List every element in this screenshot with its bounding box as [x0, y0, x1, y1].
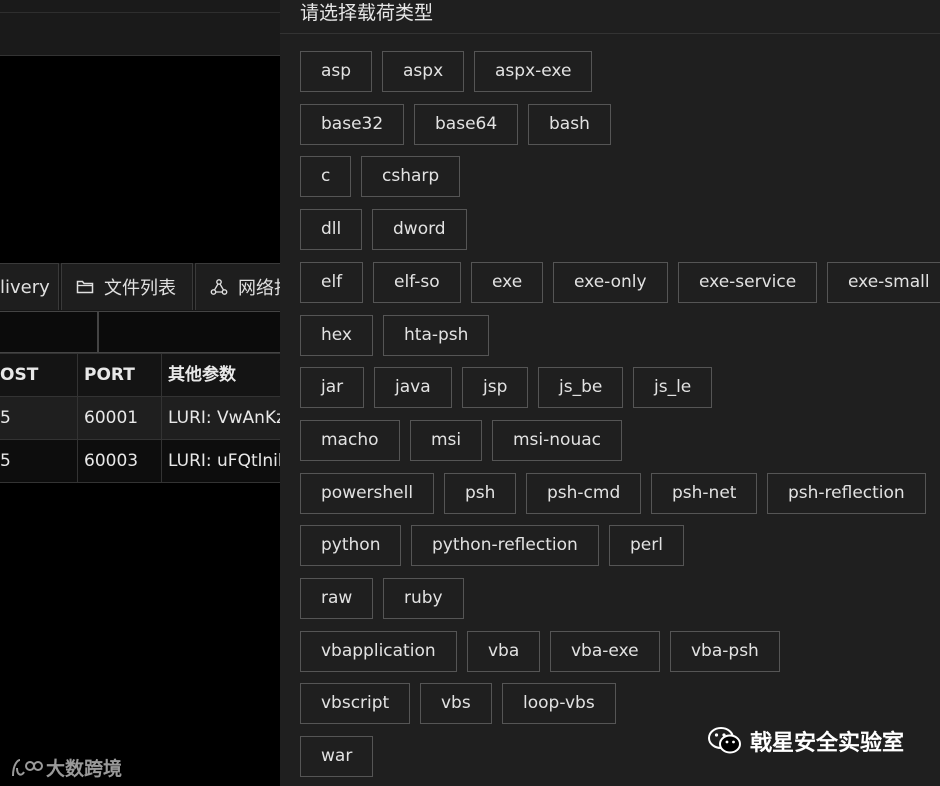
panel-title: 请选择载荷类型: [300, 2, 434, 24]
payload-option-exe-only[interactable]: exe-only: [553, 262, 668, 303]
payload-option-base64[interactable]: base64: [414, 104, 519, 145]
watermark-right: 戟星安全实验室: [706, 725, 904, 757]
payload-option-jsp[interactable]: jsp: [462, 367, 529, 408]
payload-option-csharp[interactable]: csharp: [361, 156, 461, 197]
payload-option-msi[interactable]: msi: [410, 420, 483, 461]
payload-option-js-le[interactable]: js_le: [633, 367, 713, 408]
payload-option-python[interactable]: python: [300, 525, 402, 566]
tab-file-list[interactable]: 文件列表: [61, 263, 193, 310]
folder-icon: [76, 278, 94, 296]
payload-option-elf-so[interactable]: elf-so: [373, 262, 461, 303]
payload-option-exe-service[interactable]: exe-service: [678, 262, 818, 303]
payload-option-asp[interactable]: asp: [300, 51, 373, 92]
toolbar: [0, 13, 280, 56]
payload-option-exe-small[interactable]: exe-small: [827, 262, 940, 303]
console-area: [0, 56, 280, 262]
payload-option-psh[interactable]: psh: [444, 473, 517, 514]
cell-port: 60003: [78, 440, 162, 482]
tab-bar: livery 文件列表 网络拓: [0, 263, 285, 312]
payload-option-vbscript[interactable]: vbscript: [300, 683, 411, 724]
tab-network-topology[interactable]: 网络拓: [195, 263, 285, 310]
payload-option-dword[interactable]: dword: [372, 209, 467, 250]
payload-option-python-reflection[interactable]: python-reflection: [411, 525, 599, 566]
filter-bar: [0, 311, 288, 354]
payload-option-perl[interactable]: perl: [609, 525, 684, 566]
divider: [280, 33, 940, 34]
watermark-left-text: 大数跨境: [46, 758, 123, 780]
payload-option-jar[interactable]: jar: [300, 367, 365, 408]
payload-option-vba-psh[interactable]: vba-psh: [670, 631, 780, 672]
payload-option-msi-nouac[interactable]: msi-nouac: [492, 420, 622, 461]
payload-option-vba-exe[interactable]: vba-exe: [550, 631, 660, 672]
filter-input[interactable]: [0, 311, 98, 353]
payload-option-exe[interactable]: exe: [471, 262, 544, 303]
payload-option-dll[interactable]: dll: [300, 209, 363, 250]
payload-option-elf[interactable]: elf: [300, 262, 364, 303]
payload-option-aspx-exe[interactable]: aspx-exe: [474, 51, 593, 92]
payload-option-c[interactable]: c: [300, 156, 352, 197]
tab-delivery[interactable]: livery: [0, 263, 59, 310]
top-bar: [0, 0, 280, 13]
payload-option-macho[interactable]: macho: [300, 420, 400, 461]
payload-option-aspx[interactable]: aspx: [382, 51, 465, 92]
cell-params: LURI: VwAnKz: [168, 408, 286, 428]
payload-option-psh-reflection[interactable]: psh-reflection: [767, 473, 926, 514]
tab-label: 文件列表: [104, 278, 176, 299]
payload-option-base32[interactable]: base32: [300, 104, 405, 145]
payload-option-psh-cmd[interactable]: psh-cmd: [526, 473, 642, 514]
tab-label: 网络拓: [238, 278, 284, 299]
payload-option-raw[interactable]: raw: [300, 578, 374, 619]
background-app: livery 文件列表 网络拓 OST PORT 其他参数 5 60001 LU…: [0, 0, 289, 786]
cell-host: 5: [0, 397, 78, 439]
table-header: OST PORT 其他参数: [0, 354, 280, 397]
payload-option-vba[interactable]: vba: [467, 631, 541, 672]
payload-type-panel: 请选择载荷类型 asp aspx aspx-exe base32 base64 bash c…: [280, 0, 940, 786]
payload-option-java[interactable]: java: [374, 367, 452, 408]
tab-label: livery: [0, 276, 50, 298]
table-row[interactable]: 5 60001 LURI: VwAnKz: [0, 397, 285, 440]
payload-option-vbs[interactable]: vbs: [420, 683, 492, 724]
payload-option-hta-psh[interactable]: hta-psh: [383, 315, 490, 356]
payload-option-hex[interactable]: hex: [300, 315, 373, 356]
table-row[interactable]: 5 60003 LURI: uFQtlnib: [0, 440, 289, 483]
payload-option-psh-net[interactable]: psh-net: [651, 473, 758, 514]
header-host: OST: [0, 354, 78, 396]
payload-option-ruby[interactable]: ruby: [383, 578, 464, 619]
logo-icon: [12, 758, 43, 776]
cell-host: 5: [0, 440, 78, 482]
wechat-icon: [708, 727, 741, 754]
header-port: PORT: [78, 354, 162, 396]
payload-option-bash[interactable]: bash: [528, 104, 611, 145]
watermark-right-text: 戟星安全实验室: [750, 731, 905, 756]
network-icon: [210, 278, 228, 296]
header-params: 其他参数: [168, 365, 236, 385]
payload-option-war[interactable]: war: [300, 736, 374, 777]
payload-option-js-be[interactable]: js_be: [538, 367, 624, 408]
payload-option-powershell[interactable]: powershell: [300, 473, 435, 514]
payload-option-loop-vbs[interactable]: loop-vbs: [502, 683, 616, 724]
payload-option-vbapplication[interactable]: vbapplication: [300, 631, 457, 672]
watermark-left: 大数跨境: [10, 754, 122, 781]
cell-port: 60001: [78, 397, 162, 439]
filter-input[interactable]: [98, 311, 288, 353]
cell-params: LURI: uFQtlnib: [168, 451, 289, 471]
